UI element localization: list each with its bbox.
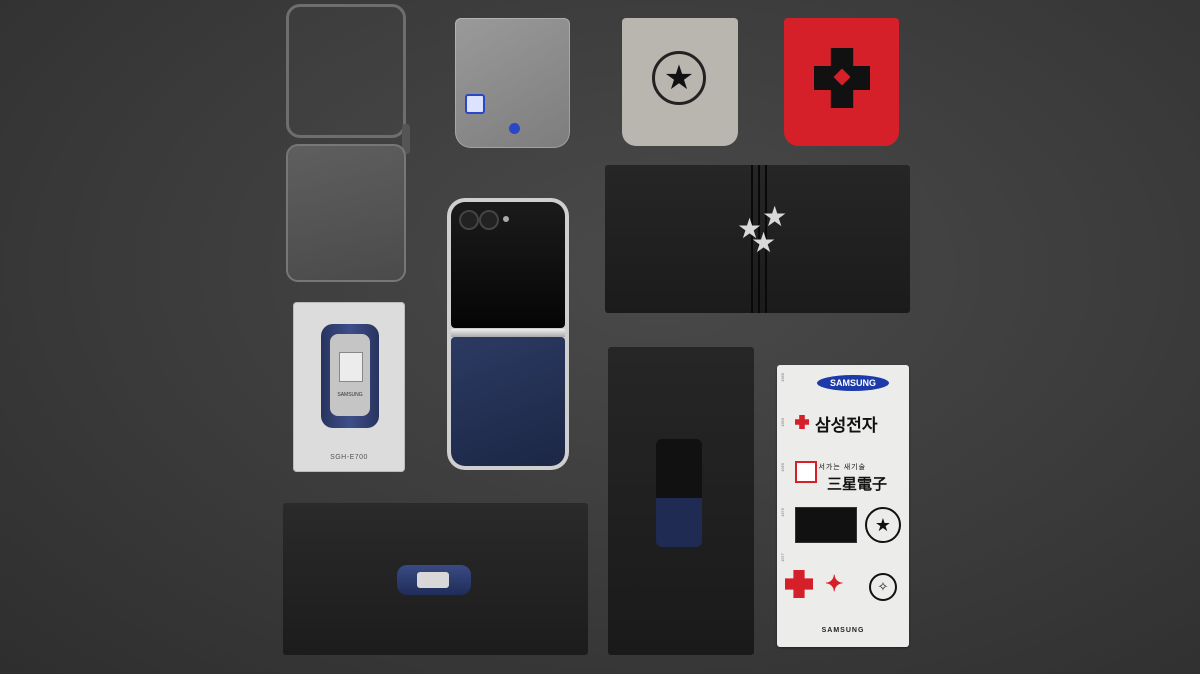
grey-emblem-plate: ★ <box>622 18 738 146</box>
year-label: 1969 <box>780 462 785 472</box>
flash-icon <box>503 216 509 222</box>
retro-gift-box <box>283 503 588 655</box>
red-square-emblem-icon <box>795 461 817 483</box>
korean-company-name: 삼성전자 <box>815 416 878 435</box>
retro-phone-face: SAMSUNG <box>330 334 370 416</box>
tri-star-icon: ★★ ★ <box>737 201 788 258</box>
mini-flip-phone-icon <box>656 439 702 547</box>
phone-gift-box <box>608 347 754 655</box>
retro-phone-screen <box>417 572 449 588</box>
year-label: 1976 <box>780 507 785 517</box>
clear-case-bottom-shell <box>286 144 406 282</box>
clear-case-top-frame <box>286 4 406 138</box>
retro-phone-screen <box>339 352 363 382</box>
year-column: 1969 1993 1969 1976 1977 <box>780 373 790 598</box>
red-cross-emblem-icon <box>795 415 809 429</box>
samsung-oval-badge: SAMSUNG <box>817 375 889 391</box>
tri-star-icon: ✧ <box>869 573 897 601</box>
year-label: 1977 <box>780 552 785 562</box>
retro-flip-phone-icon: SAMSUNG <box>321 324 379 428</box>
red-tri-star-icon: ✦ <box>825 571 844 596</box>
flip-phone-bottom-panel <box>451 337 565 466</box>
clear-flip-case <box>286 4 410 282</box>
flip-phone <box>447 198 569 470</box>
sticker-footer-brand: SAMSUNG <box>821 627 865 634</box>
year-label: 1993 <box>780 417 785 427</box>
flip-phone-hinge <box>451 329 565 337</box>
retro-phone-model: SGH-E700 <box>330 454 368 461</box>
star-emblem-icon: ★ <box>652 51 706 105</box>
camera-lens-icon <box>479 210 499 230</box>
flip-phone-cover-screen <box>451 202 565 328</box>
square-sensor-icon <box>465 94 485 114</box>
retro-phone-brand: SAMSUNG <box>337 392 363 398</box>
sticker-sheet: 1969 1993 1969 1976 1977 SAMSUNG 삼성전자 앞서… <box>777 365 909 647</box>
hanja-company-name: 三星電子 <box>827 476 888 493</box>
mini-phone-top <box>656 439 702 499</box>
red-emblem-plate <box>784 18 899 146</box>
star-emblem-icon: ★ <box>865 507 901 543</box>
camera-lens-icon <box>459 210 479 230</box>
retro-phone-card: SAMSUNG SGH-E700 <box>293 302 405 472</box>
frosted-back-plate <box>455 18 570 148</box>
year-label: 1969 <box>780 373 785 382</box>
slogan-text: 앞서가는 새기술 <box>811 464 867 471</box>
star-gift-box: ★★ ★ <box>605 165 910 313</box>
black-seal-sticker <box>795 507 857 543</box>
mini-phone-bottom <box>656 498 702 547</box>
retro-phone-icon <box>397 565 471 595</box>
blue-dot-icon <box>509 123 520 134</box>
